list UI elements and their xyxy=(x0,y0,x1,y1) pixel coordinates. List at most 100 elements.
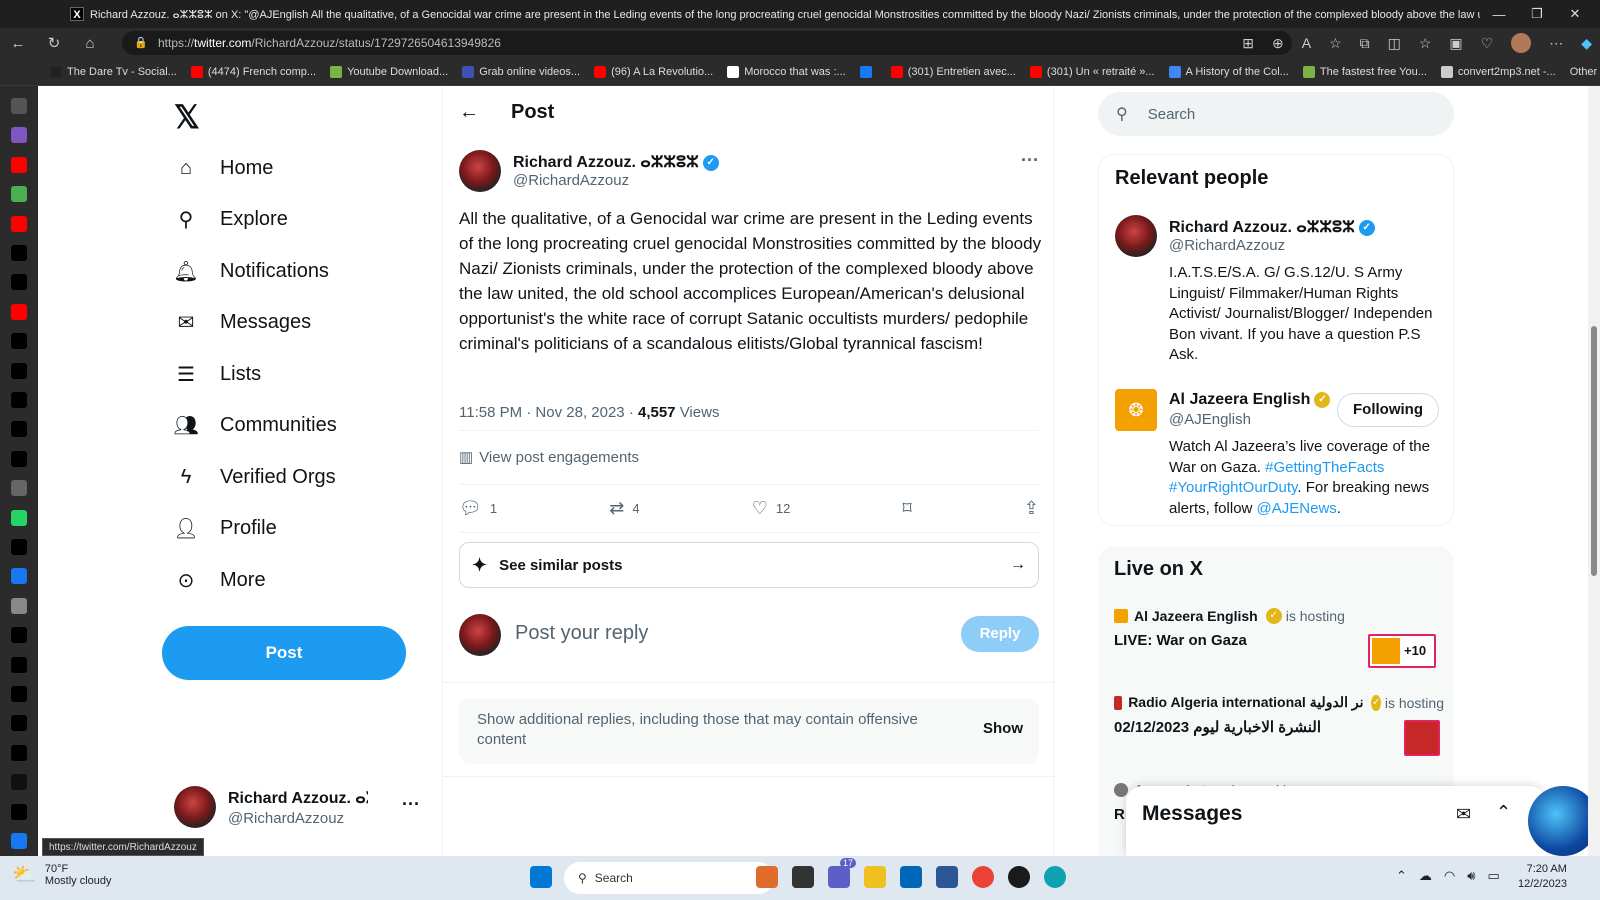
vertical-tab-icon[interactable] xyxy=(11,833,27,849)
favorite-star-icon[interactable]: ☆ xyxy=(1329,35,1342,52)
post-time[interactable]: 11:58 PM · Nov 28, 2023 · xyxy=(459,404,638,421)
back-icon[interactable]: ← xyxy=(0,35,36,52)
vertical-tab-icon[interactable] xyxy=(11,98,27,114)
bookmark-action[interactable]: ⌑ xyxy=(903,496,912,520)
nav-item-home[interactable]: ⌂ Home xyxy=(172,154,273,182)
onedrive-icon[interactable]: ☁ xyxy=(1419,868,1432,884)
refresh-icon[interactable]: ↻ xyxy=(36,34,72,52)
mention-link[interactable]: @AJENews xyxy=(1257,500,1337,517)
person-handle[interactable]: @RichardAzzouz xyxy=(1169,237,1285,254)
person-name[interactable]: Al Jazeera English xyxy=(1169,391,1310,408)
volume-icon[interactable]: 🔊︎ xyxy=(1467,868,1475,884)
back-arrow-icon[interactable]: ← xyxy=(459,101,499,124)
bookmark-item[interactable]: (301) Un « retraité »... xyxy=(1029,65,1155,78)
vertical-tab-icon[interactable] xyxy=(11,362,27,379)
teams-icon[interactable]: 17 xyxy=(828,858,856,888)
vertical-tab-icon[interactable] xyxy=(11,156,27,173)
relevant-person[interactable]: ❂ Al Jazeera English ✓ @AJEnglish Followi… xyxy=(1115,389,1441,519)
person-name[interactable]: Richard Azzouz. ⴰⵣⵣⵓⵣ xyxy=(1169,219,1355,236)
more-dots-icon[interactable]: ··· xyxy=(402,794,420,815)
weather-widget[interactable]: ⛅ 70°F Mostly cloudy xyxy=(12,862,112,887)
bookmark-item[interactable]: Youtube Download... xyxy=(330,65,448,78)
chevron-up-icon[interactable]: ⌃ xyxy=(1396,868,1407,884)
address-bar[interactable]: 🔒 https://twitter.com/RichardAzzouz/stat… xyxy=(122,31,1292,55)
collections-icon[interactable]: ▣ xyxy=(1449,35,1462,52)
expand-icon[interactable]: ⌃ xyxy=(1496,802,1511,823)
x-logo[interactable]: 𝕏 xyxy=(174,98,200,136)
like-action[interactable]: ♡ 12 xyxy=(752,496,791,520)
vertical-tab-icon[interactable] xyxy=(11,127,27,144)
share-action[interactable]: ⇪ xyxy=(1024,496,1039,520)
author-name[interactable]: Richard Azzouz. ⴰⵣⵣⵓⵣ xyxy=(513,154,699,171)
bookmark-item[interactable]: A History of the Col... xyxy=(1168,65,1289,78)
nav-item-messages[interactable]: ✉ Messages xyxy=(172,309,312,337)
vertical-tab-icon[interactable] xyxy=(11,333,27,350)
bookmark-item[interactable]: convert2mp3.net -... xyxy=(1440,65,1556,78)
bookmark-item[interactable]: (4474) French comp... xyxy=(190,65,316,78)
reply-input[interactable]: Post your reply xyxy=(515,622,648,645)
close-icon[interactable]: ✕ xyxy=(1556,6,1594,22)
vertical-tab-icon[interactable] xyxy=(11,392,27,408)
split-screen-icon[interactable]: ◫ xyxy=(1388,35,1401,52)
app-icon[interactable] xyxy=(1008,866,1030,888)
store-icon[interactable] xyxy=(900,866,922,888)
avatar[interactable] xyxy=(459,150,501,192)
copilot-icon[interactable]: ◆ xyxy=(1581,35,1592,52)
avatar[interactable] xyxy=(1115,215,1157,257)
hashtag-link[interactable]: #YourRightOurDuty xyxy=(1169,479,1297,496)
nav-item-lists[interactable]: ☰ Lists xyxy=(172,360,261,388)
aljazeera-logo-icon[interactable]: ❂ xyxy=(1115,389,1157,431)
see-similar-posts-button[interactable]: ✦ See similar posts → xyxy=(459,542,1039,588)
wifi-icon[interactable]: ◠ xyxy=(1444,868,1455,884)
home-browser-icon[interactable]: ⌂ xyxy=(72,35,108,52)
read-aloud-icon[interactable]: A xyxy=(1302,35,1311,51)
vertical-tab-icon[interactable] xyxy=(11,421,27,438)
other-favorites[interactable]: Other favorites xyxy=(1570,66,1600,78)
messages-drawer[interactable]: Messages ✉ ⌃ xyxy=(1126,786,1546,856)
vertical-tab-icon[interactable] xyxy=(11,539,27,555)
vertical-tab-icon[interactable] xyxy=(11,303,27,320)
new-message-icon[interactable]: ✉ xyxy=(1456,804,1471,825)
scrollbar-thumb[interactable] xyxy=(1591,326,1597,576)
app-available-icon[interactable]: ⊞ xyxy=(1242,35,1254,52)
vertical-tab-icon[interactable] xyxy=(11,509,27,526)
vertical-tab-icon[interactable] xyxy=(11,215,27,232)
view-engagements-link[interactable]: ▥ View post engagements xyxy=(459,448,639,467)
vertical-tab-icon[interactable] xyxy=(11,186,27,203)
vertical-tab-icon[interactable] xyxy=(11,568,27,585)
nav-item-explore[interactable]: ⚲ Explore xyxy=(172,206,288,234)
nav-item-profile[interactable]: 👤︎ Profile xyxy=(172,515,276,543)
file-explorer-icon[interactable] xyxy=(864,866,886,888)
vertical-tab-icon[interactable] xyxy=(11,686,27,702)
nav-item-communities[interactable]: 👥︎ Communities xyxy=(172,412,336,440)
vertical-tab-icon[interactable] xyxy=(11,803,27,820)
minimize-icon[interactable]: — xyxy=(1480,7,1518,22)
clock[interactable]: 7:20 AM 12/2/2023 xyxy=(1518,862,1567,892)
vertical-tab-icon[interactable] xyxy=(11,656,27,673)
extensions-icon[interactable]: ⧉ xyxy=(1360,35,1370,52)
bookmark-item[interactable]: (301) Entretien avec... xyxy=(890,65,1016,78)
person-handle[interactable]: @AJEnglish xyxy=(1169,411,1251,428)
edge-icon[interactable] xyxy=(1044,866,1066,888)
windows-start-icon[interactable] xyxy=(530,866,552,888)
nav-item-more[interactable]: ⊙ More xyxy=(172,566,266,594)
vertical-tab-icon[interactable] xyxy=(11,627,27,644)
app-icon[interactable] xyxy=(936,866,958,888)
favorites-icon[interactable]: ☆ xyxy=(1419,35,1432,52)
app-icon[interactable] xyxy=(756,866,778,888)
bookmark-item[interactable]: The Dare Tv - Social... xyxy=(50,65,177,78)
reply-button[interactable]: Reply xyxy=(961,616,1039,652)
vertical-tab-icon[interactable] xyxy=(11,450,27,467)
bookmark-item[interactable]: Grab online videos... xyxy=(462,65,580,78)
battery-icon[interactable]: ▭ xyxy=(1487,868,1499,884)
zoom-icon[interactable]: ⊕ xyxy=(1272,35,1284,52)
live-item[interactable]: Al Jazeera English ✓ is hosting LIVE: War … xyxy=(1114,608,1444,672)
post-button[interactable]: Post xyxy=(162,626,406,680)
bookmark-item[interactable]: (96) A La Revolutio... xyxy=(594,65,713,78)
bookmark-item[interactable] xyxy=(859,65,877,78)
vertical-tab-icon[interactable] xyxy=(11,274,27,291)
repost-action[interactable]: ⇄ 4 xyxy=(609,496,639,520)
hashtag-link[interactable]: #GettingTheFacts xyxy=(1265,459,1384,476)
profile-avatar[interactable] xyxy=(1511,33,1532,53)
taskbar-search[interactable]: ⚲ Search xyxy=(564,862,774,894)
